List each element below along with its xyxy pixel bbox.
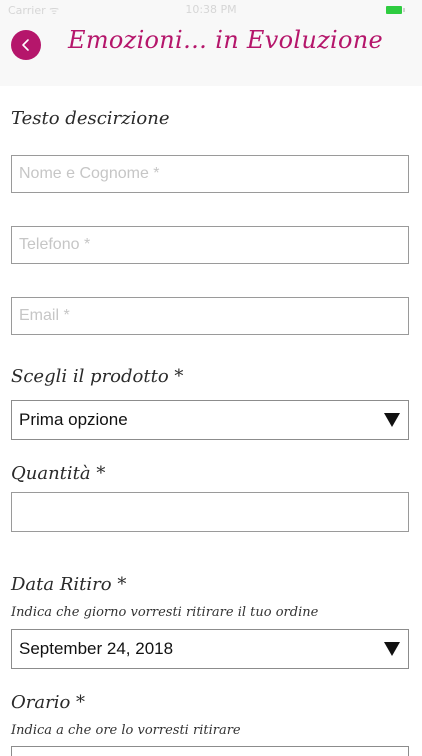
status-bar: Carrier ᯤ 10:38 PM bbox=[0, 0, 422, 20]
dropdown-arrow-icon bbox=[384, 642, 400, 656]
navigation-bar: Emozioni… in Evoluzione bbox=[0, 20, 422, 86]
time-label: Orario * bbox=[11, 692, 86, 713]
status-time: 10:38 PM bbox=[185, 3, 237, 16]
product-selected-value: Prima opzione bbox=[19, 410, 128, 429]
quantity-input[interactable] bbox=[12, 493, 408, 531]
back-button[interactable] bbox=[11, 30, 41, 60]
name-input[interactable] bbox=[12, 156, 408, 192]
battery-icon bbox=[386, 6, 405, 14]
time-hint: Indica a che ore lo vorresti ritirare bbox=[11, 723, 241, 738]
date-picker[interactable]: September 24, 2018 bbox=[11, 629, 409, 669]
phone-field-container bbox=[11, 226, 409, 264]
email-input[interactable] bbox=[12, 298, 408, 334]
phone-input[interactable] bbox=[12, 227, 408, 263]
chevron-left-icon bbox=[22, 39, 29, 51]
email-field-container bbox=[11, 297, 409, 335]
name-field-container bbox=[11, 155, 409, 193]
date-selected-value: September 24, 2018 bbox=[19, 639, 174, 658]
form-description: Testo descirzione bbox=[11, 108, 170, 129]
date-label: Data Ritiro * bbox=[11, 574, 127, 595]
time-picker[interactable] bbox=[11, 746, 409, 756]
dropdown-arrow-icon bbox=[384, 413, 400, 427]
page-title: Emozioni… in Evoluzione bbox=[68, 26, 384, 54]
quantity-field-container bbox=[11, 492, 409, 532]
date-hint: Indica che giorno vorresti ritirare il t… bbox=[11, 605, 319, 620]
quantity-label: Quantità * bbox=[11, 463, 106, 484]
product-label: Scegli il prodotto * bbox=[11, 366, 184, 387]
product-select[interactable]: Prima opzione bbox=[11, 400, 409, 440]
